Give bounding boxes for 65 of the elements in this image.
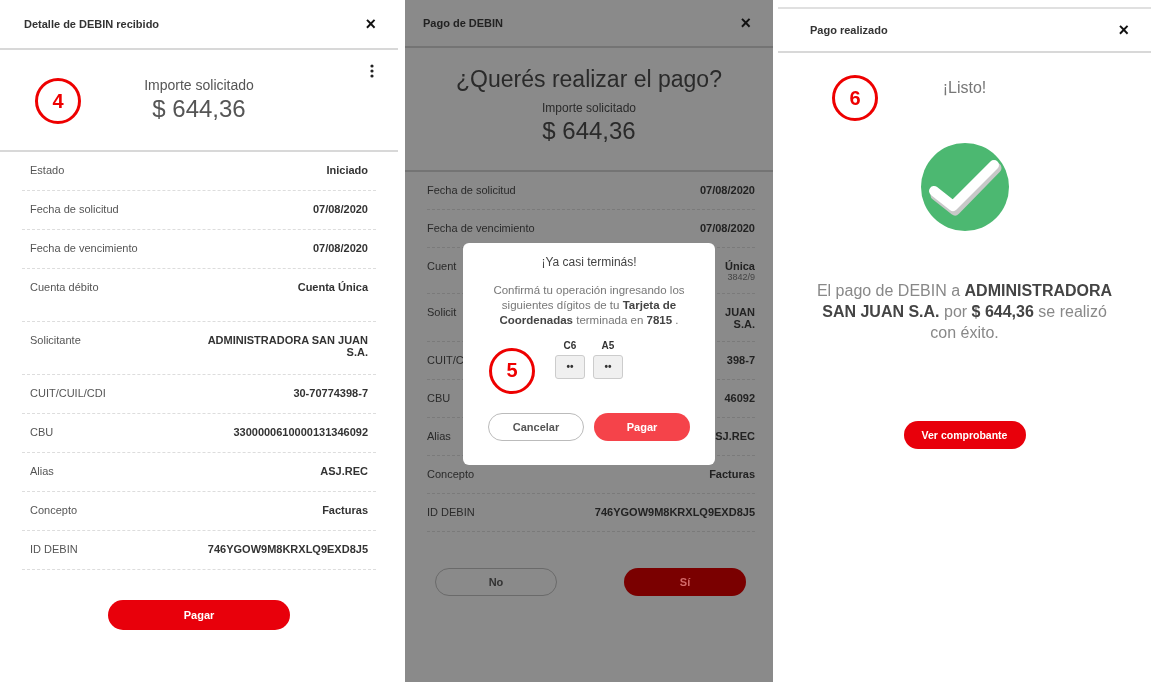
success-heading: ¡Listo! [942, 79, 987, 97]
field-label: Estado [30, 164, 65, 176]
field-value: Facturas [322, 504, 368, 516]
field-label: Fecha de vencimiento [427, 222, 535, 234]
account-number: 3842/9 [726, 272, 755, 282]
field-label: CUIT/C [427, 354, 464, 366]
field-label: Cuenta débito [30, 281, 99, 293]
panel-title: Detalle de DEBIN recibido [24, 18, 160, 30]
field-label: Fecha de solicitud [30, 203, 119, 215]
field-label: Cuent [427, 260, 457, 272]
field-value: Única 3842/9 [725, 260, 755, 282]
check-icon [920, 143, 1009, 231]
field-value: 07/08/2020 [312, 242, 368, 254]
field-label: ID DEBIN [427, 506, 475, 518]
field-label: Alias [427, 430, 451, 442]
amount-label: Importe solicitado [541, 101, 636, 115]
field-label: Concepto [427, 468, 475, 480]
field-label: CBU [30, 426, 54, 438]
view-receipt-button[interactable]: Ver comprobante [903, 421, 1026, 450]
field-label: Solicit [427, 306, 457, 318]
panel-title: Pago de DEBIN [423, 17, 504, 29]
more-options-icon[interactable] [370, 64, 374, 78]
primary-button[interactable]: Sí [624, 568, 746, 596]
question-heading: ¿Querés realizar el pago? [456, 66, 722, 93]
step-badge: 4 [35, 78, 81, 124]
close-button[interactable]: × [740, 14, 751, 32]
secondary-button[interactable]: Cancelar [488, 412, 584, 441]
field-value: ADMINISTRADORA SAN JUAN S.A. [206, 334, 368, 358]
field-value: ASJ.REC [320, 465, 368, 477]
field-label: CUIT/CUIL/CDI [30, 387, 106, 399]
field-value: Facturas [709, 468, 755, 480]
amount-label: Importe solicitado [144, 77, 254, 93]
field-value: 398-7 [726, 354, 755, 366]
code-label: A5 [601, 339, 615, 351]
step-badge: 5 [489, 347, 535, 394]
dialog-title: ¡Ya casi terminás! [541, 255, 637, 269]
field-value: 30-70774398-7 [293, 387, 368, 399]
field-value: Iniciado [326, 164, 368, 176]
amount-value: $ 644,36 [542, 117, 636, 145]
close-button[interactable]: × [1118, 21, 1129, 39]
amount-value: $ 644,36 [152, 95, 246, 123]
code-label: C6 [563, 339, 577, 351]
field-value: 46092 [724, 392, 755, 404]
field-label: Concepto [30, 504, 78, 516]
field-value: 07/08/2020 [312, 203, 368, 215]
field-label: Solicitante [30, 334, 81, 346]
panel-title: Pago realizado [810, 24, 888, 36]
pay-button[interactable]: Pagar [108, 600, 290, 630]
success-message: El pago de DEBIN a ADMINISTRADORA SAN JUAN S.A. por $ 644,36 se realizó con éxito. [815, 281, 1114, 343]
code-field[interactable]: •• [555, 354, 585, 379]
code-field[interactable]: •• [593, 354, 623, 379]
step-badge: 6 [832, 75, 878, 121]
dialog-text: Confirmá tu operación ingresando los siguientes dígitos de tu Tarjeta de Coordenadas terminada en 7815 . [492, 283, 686, 328]
field-label: Fecha de solicitud [427, 184, 516, 196]
field-value: 746YGOW9M8KRXLQ9EXD8J5 [207, 543, 368, 555]
primary-button[interactable]: Pagar [594, 412, 690, 441]
field-label: Fecha de vencimiento [30, 242, 138, 254]
field-label: Alias [30, 465, 54, 477]
field-label: ID DEBIN [30, 543, 78, 555]
field-value: 3300000610000131346092 [233, 426, 368, 438]
field-value: Cuenta Única [297, 281, 368, 293]
field-value: JUAN S.A. [725, 306, 755, 330]
field-label: CBU [427, 392, 451, 404]
close-button[interactable]: × [365, 15, 376, 33]
field-value: SJ.REC [715, 430, 755, 442]
